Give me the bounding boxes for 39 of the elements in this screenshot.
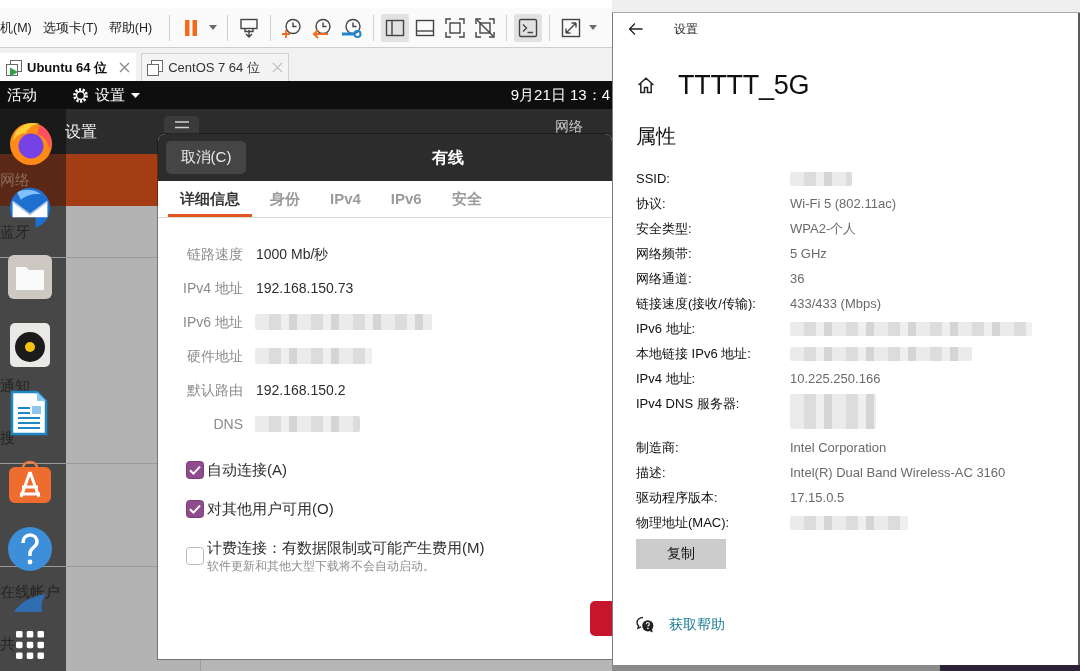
hint-text: 软件更新和其他大型下载将不会自动启动。 bbox=[207, 558, 436, 574]
property-value: Intel Corporation bbox=[790, 439, 887, 457]
checkbox-label: 计费连接：有数据限制或可能产生费用(M) bbox=[207, 538, 485, 558]
property-value: Intel(R) Dual Band Wireless-AC 3160 bbox=[790, 464, 1006, 482]
property-label: 网络频带: bbox=[636, 245, 693, 263]
property-value: Wi-Fi 5 (802.11ac) bbox=[790, 195, 896, 213]
detail-value: 1000 Mb/秒 bbox=[256, 244, 329, 264]
property-value: 5 GHz bbox=[790, 245, 827, 263]
property-value: 10.225.250.166 bbox=[790, 370, 881, 388]
property-label: 驱动程序版本: bbox=[636, 489, 719, 507]
property-label: IPv6 地址: bbox=[636, 320, 697, 338]
property-label: 物理地址(MAC): bbox=[636, 514, 731, 532]
property-value: 433/433 (Mbps) bbox=[790, 295, 882, 313]
dialog-title: 有线 bbox=[432, 147, 464, 168]
property-label: 协议: bbox=[636, 195, 667, 213]
property-label: 网络通道: bbox=[636, 270, 693, 288]
property-value: 17.15.0.5 bbox=[790, 489, 845, 507]
detail-label: IPv6 地址 bbox=[182, 312, 243, 332]
property-label: IPv4 地址: bbox=[636, 370, 697, 388]
section-heading: 属性 bbox=[636, 124, 676, 149]
detail-label: DNS bbox=[212, 414, 243, 434]
checkbox-label: 对其他用户可用(O) bbox=[207, 498, 334, 519]
property-label: IPv4 DNS 服务器: bbox=[636, 395, 741, 413]
detail-value: 192.168.150.2 bbox=[256, 380, 346, 400]
panel-title: 网络 bbox=[555, 118, 583, 134]
property-label: 描述: bbox=[636, 464, 667, 482]
property-label: 本地链接 IPv6 地址: bbox=[636, 345, 752, 363]
detail-label: IPv4 地址 bbox=[182, 278, 243, 298]
checkbox-label: 自动连接(A) bbox=[207, 459, 287, 480]
property-label: 制造商: bbox=[636, 439, 680, 457]
property-label: 链接速度(接收/传输): bbox=[636, 295, 757, 313]
network-name: TTTTT_5G bbox=[678, 68, 810, 102]
property-label: SSID: bbox=[636, 170, 671, 188]
property-value: 36 bbox=[790, 270, 805, 288]
property-value: WPA2-个人 bbox=[790, 220, 857, 238]
property-label: 安全类型: bbox=[636, 220, 693, 238]
app-title: 设置 bbox=[674, 21, 698, 38]
window-title: 设置 bbox=[65, 122, 97, 141]
detail-value: 192.168.150.73 bbox=[256, 278, 354, 298]
